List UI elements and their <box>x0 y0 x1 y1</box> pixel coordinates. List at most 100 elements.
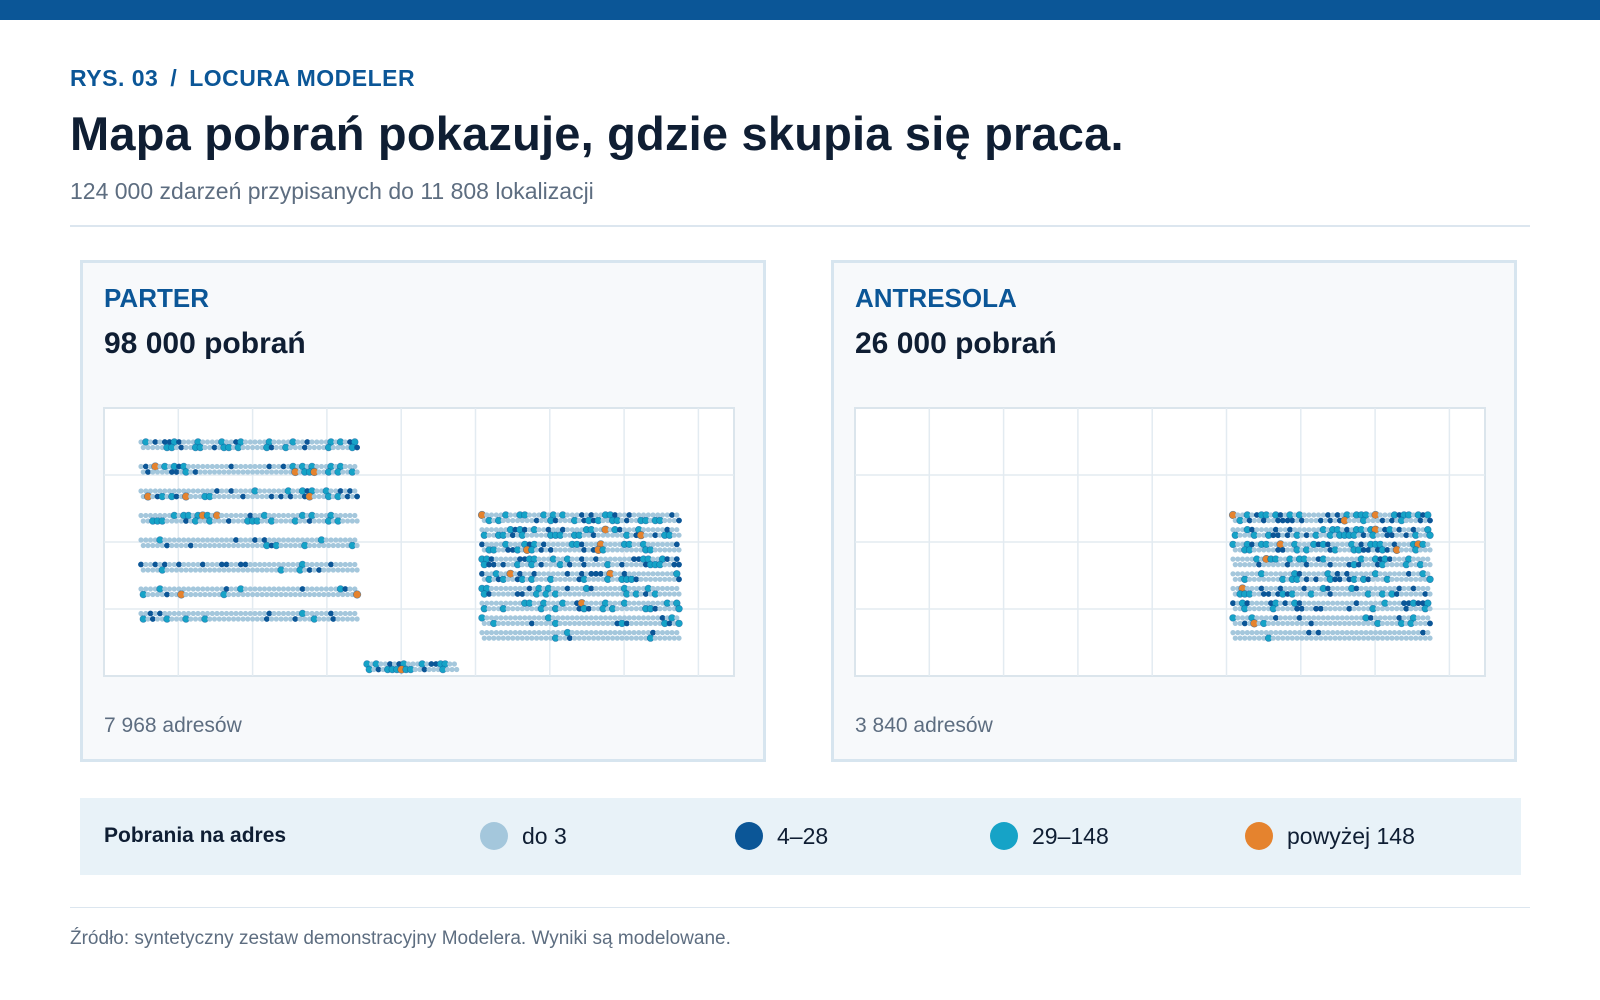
pick-location-point <box>675 605 683 613</box>
pick-location-point <box>295 537 301 543</box>
pick-location-point <box>354 469 360 475</box>
pick-location-point <box>666 517 673 524</box>
pick-location-point <box>176 561 182 568</box>
pick-location-point <box>1325 600 1331 606</box>
pick-location-point <box>444 666 451 673</box>
pick-location-point <box>564 570 571 577</box>
pick-location-point <box>1410 630 1417 636</box>
pick-location-point <box>173 518 180 524</box>
pick-location-point <box>1427 635 1433 641</box>
pick-location-point <box>273 591 279 598</box>
pick-location-point <box>659 585 666 592</box>
pick-location-point <box>488 615 495 621</box>
pick-location-point <box>1239 556 1246 562</box>
pick-location-point <box>567 576 573 582</box>
pick-location-point <box>330 616 337 622</box>
pick-location-point <box>1413 620 1419 626</box>
pick-location-point <box>188 493 194 500</box>
pick-location-point <box>583 615 590 621</box>
pick-location-point <box>1270 591 1276 597</box>
pick-location-point <box>223 537 230 543</box>
pick-location-point <box>192 542 199 549</box>
pick-location-point <box>1230 630 1236 636</box>
pick-location-point <box>633 635 639 641</box>
pick-location-point <box>1280 635 1286 641</box>
pick-location-point <box>1427 591 1433 597</box>
pick-location-point <box>266 537 272 543</box>
pick-location-point <box>1422 591 1429 597</box>
pick-location-point <box>1285 635 1291 641</box>
pick-location-point <box>1275 606 1281 612</box>
pick-location-point <box>602 541 609 547</box>
pick-location-point <box>569 585 575 592</box>
pick-location-point <box>266 463 273 470</box>
pick-location-point <box>219 488 225 494</box>
pick-location-point <box>233 488 239 494</box>
pick-location-point <box>1389 517 1395 524</box>
pick-location-point <box>1275 620 1281 626</box>
pick-location-point <box>666 576 673 582</box>
pick-location-point <box>164 518 170 524</box>
pick-location-point <box>564 512 571 518</box>
pick-location-point <box>479 541 485 548</box>
legend-label: do 3 <box>522 822 567 849</box>
pick-location-point <box>214 610 220 617</box>
pick-location-point <box>610 562 616 568</box>
pick-location-point <box>342 610 348 617</box>
pick-location-point <box>605 591 611 597</box>
pick-location-point <box>1330 615 1336 621</box>
pick-location-point <box>659 527 666 533</box>
pick-location-point <box>311 444 317 451</box>
pick-location-point <box>328 561 334 568</box>
pick-location-point <box>1342 635 1348 641</box>
pick-location-point <box>337 537 344 543</box>
pick-location-point <box>138 561 144 568</box>
pick-location-point <box>1318 635 1324 641</box>
pick-location-point <box>278 469 284 475</box>
pick-location-point <box>183 542 189 549</box>
pick-location-point <box>1336 576 1343 583</box>
pick-location-point <box>673 541 680 548</box>
pick-location-point <box>204 610 211 617</box>
pick-location-point <box>1396 526 1403 533</box>
panel-title: ANTRESOLA <box>855 283 1017 313</box>
pick-location-point <box>617 512 623 518</box>
pick-location-point <box>290 586 296 592</box>
pick-location-point <box>1361 620 1367 626</box>
pick-location-point <box>299 537 306 543</box>
pick-location-point <box>252 512 258 519</box>
pick-location-point <box>638 635 644 641</box>
pick-location-point <box>605 547 611 553</box>
pick-location-point <box>157 439 163 445</box>
pick-location-point <box>1256 561 1262 568</box>
pick-location-point <box>574 585 580 592</box>
pick-location-point <box>593 527 599 533</box>
pick-location-point <box>335 616 341 622</box>
pick-location-point <box>1363 556 1369 562</box>
pick-location-point <box>352 561 358 568</box>
pick-location-point <box>664 556 671 562</box>
pick-location-point <box>143 537 149 543</box>
pick-location-point <box>1299 562 1305 568</box>
pick-location-point <box>652 547 658 553</box>
pick-location-point <box>1372 615 1379 621</box>
pick-location-point <box>628 532 635 538</box>
pick-location-point <box>507 541 514 547</box>
pick-location-point <box>579 630 585 636</box>
pick-location-point <box>1266 517 1272 524</box>
header-divider <box>70 225 1530 227</box>
pick-location-point <box>664 585 670 592</box>
pick-location-point <box>264 567 270 573</box>
pick-location-point <box>202 444 208 451</box>
pick-location-point <box>647 576 654 582</box>
pick-location-point <box>1235 630 1241 636</box>
pick-location-point <box>352 610 358 617</box>
pick-location-point <box>1427 562 1433 568</box>
pick-location-point <box>1375 635 1381 641</box>
pick-location-point <box>581 591 587 597</box>
pick-location-point <box>352 537 358 543</box>
pick-location-point <box>150 542 156 549</box>
pick-location-point <box>178 444 185 451</box>
pick-location-point <box>612 600 618 606</box>
pick-location-point <box>586 532 592 538</box>
